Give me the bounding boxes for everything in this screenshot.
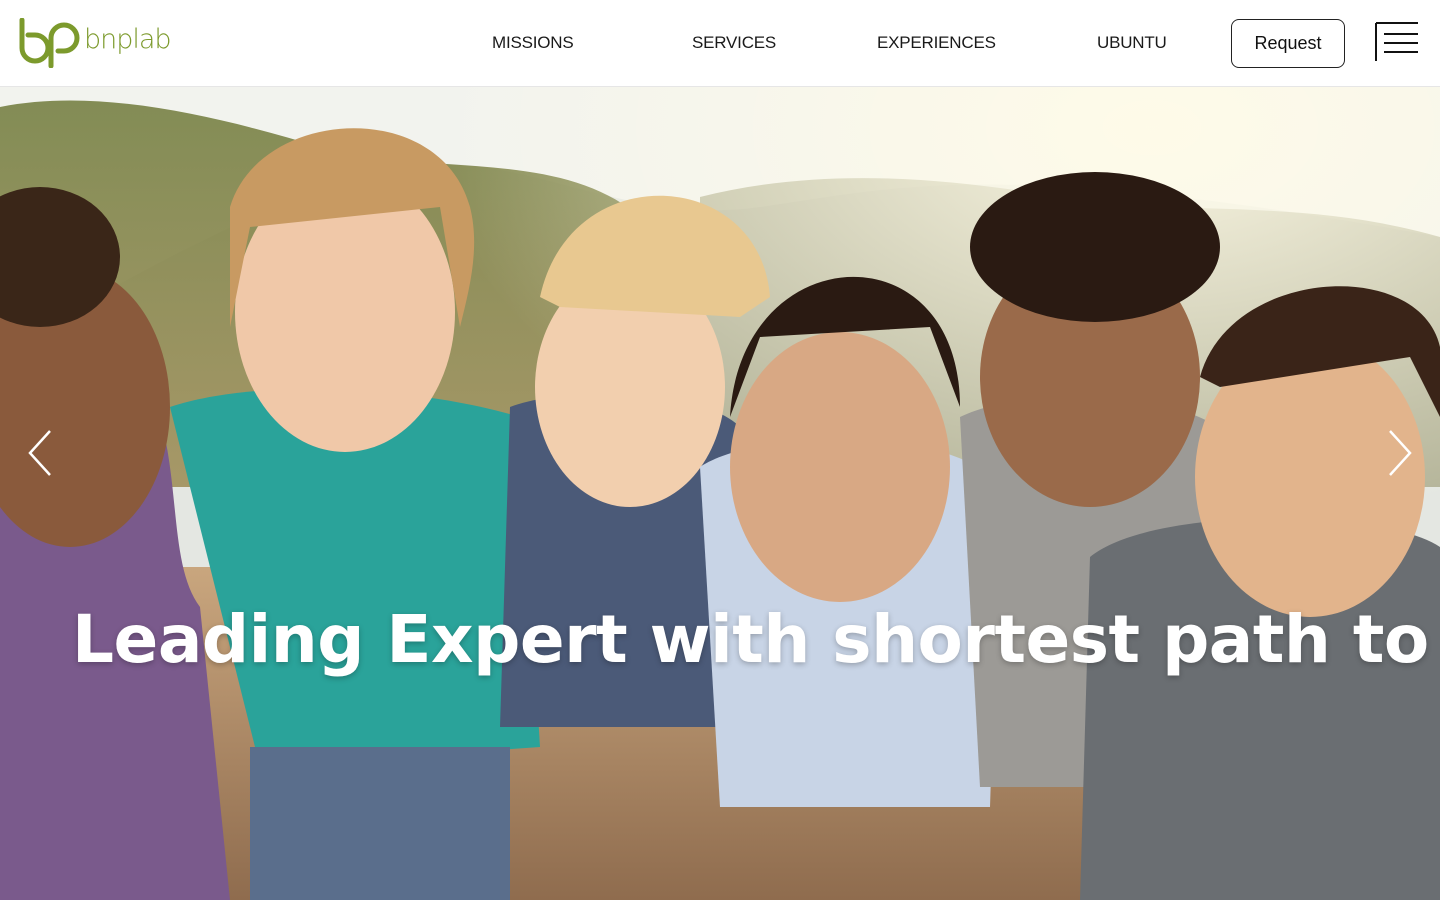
site-header: bnplab MISSIONS SERVICES EXPERIENCES UBU… <box>0 0 1440 87</box>
slider-prev-button[interactable] <box>22 429 62 477</box>
slider-next-button[interactable] <box>1380 429 1420 477</box>
hero-image <box>0 87 1440 900</box>
brand-name: bnplab <box>84 24 172 55</box>
bp-logo-mark-icon <box>19 18 80 68</box>
nav-services[interactable]: SERVICES <box>692 33 776 53</box>
nav-ubuntu[interactable]: UBUNTU <box>1097 33 1167 53</box>
brand-logo[interactable]: bnplab <box>18 18 172 68</box>
nav-missions[interactable]: MISSIONS <box>492 33 574 53</box>
chevron-left-icon <box>28 430 51 476</box>
nav-experiences[interactable]: EXPERIENCES <box>877 33 996 53</box>
hamburger-menu-icon[interactable] <box>1374 22 1420 62</box>
request-button[interactable]: Request <box>1231 19 1345 68</box>
hero-title: Leading Expert with shortest path to IND <box>72 601 1440 678</box>
chevron-right-icon <box>1389 430 1412 476</box>
hero-slider: Leading Expert with shortest path to IND <box>0 87 1440 900</box>
